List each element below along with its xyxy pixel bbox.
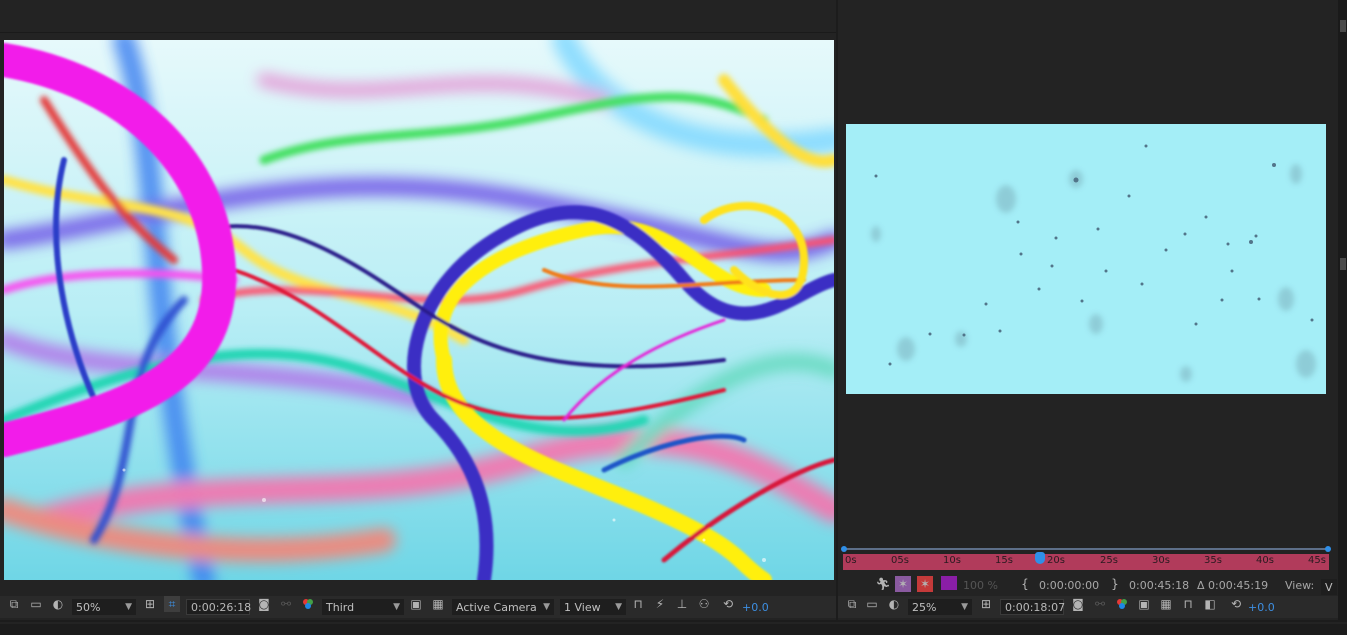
ruler-label: 45s [1308, 555, 1326, 566]
view-dropdown[interactable]: V [1321, 579, 1337, 595]
bottom-status-strip [0, 622, 1347, 624]
running-man-icon[interactable]: 🏃︎ [875, 576, 891, 592]
toggle-transparency-grid-icon[interactable]: ▣ [408, 596, 424, 612]
exposure-value[interactable]: +0.0 [1248, 596, 1275, 618]
left-viewer-toolbar: ⧉ ▭ ◐ 50% ▼ ⊞ ⌗ 0:00:26:18 ◙ ⚯ Third ▼ ▣… [0, 596, 836, 618]
show-snapshot-icon[interactable]: ⚯ [1092, 596, 1108, 612]
layer-preview[interactable] [846, 124, 1326, 394]
label-color-swatch[interactable] [941, 576, 957, 590]
composition-viewer[interactable] [4, 40, 834, 580]
flowchart-icon[interactable]: ⚇ [696, 596, 712, 612]
chevron-down-icon: ▼ [393, 602, 400, 612]
time-ruler[interactable]: 0s 05s 10s 15s 20s 25s 30s 35s 40s 45s [841, 546, 1331, 570]
view-layout-value: Third [326, 600, 355, 614]
camera-snapshot-icon[interactable]: ◙ [1070, 596, 1086, 612]
exposure-value[interactable]: +0.0 [742, 596, 769, 618]
always-preview-icon[interactable]: ⧉ [6, 596, 22, 612]
out-point-value[interactable]: 0:00:45:18 [1129, 574, 1189, 596]
lock-view-icon[interactable]: ◧ [1202, 596, 1218, 612]
color-channels-icon[interactable] [1114, 596, 1130, 612]
toggle-pixel-aspect-icon[interactable]: ⊓ [1180, 596, 1196, 612]
zoom-dropdown[interactable]: 25% ▼ [908, 599, 972, 615]
solo-icon[interactable]: ✶ [917, 576, 933, 592]
set-out-point-icon[interactable]: } [1107, 576, 1123, 592]
time-ruler-bar[interactable]: 0s 05s 10s 15s 20s 25s 30s 35s 40s 45s [843, 554, 1329, 570]
particle-render [846, 124, 1326, 394]
checkerboard-icon[interactable]: ▦ [430, 596, 446, 612]
current-time-field[interactable]: 0:00:18:07 [1000, 599, 1066, 615]
zoom-value: 50% [76, 600, 101, 614]
current-time-field[interactable]: 0:00:26:18 [186, 599, 252, 615]
ruler-label: 0s [845, 555, 857, 566]
camera-snapshot-icon[interactable]: ◙ [256, 596, 272, 612]
scroll-handle[interactable] [1340, 258, 1346, 270]
duration-value: Δ 0:00:45:19 [1197, 578, 1269, 592]
zoom-value: 25% [912, 600, 937, 614]
timeline-icon[interactable]: ⊥ [674, 596, 690, 612]
view-label: View: [1285, 578, 1315, 592]
reset-exposure-icon[interactable]: ⟲ [720, 596, 736, 612]
region-of-interest-icon[interactable]: ⌗ [164, 596, 180, 612]
ruler-label: 35s [1204, 555, 1222, 566]
monitor-icon[interactable]: ▭ [864, 596, 880, 612]
color-channels-icon[interactable] [300, 596, 316, 612]
ruler-label: 20s [1047, 555, 1065, 566]
motion-blur-icon[interactable]: ✶ [895, 576, 911, 592]
right-viewer-toolbar: ⧉ ▭ ◐ 25% ▼ ⊞ 0:00:18:07 ◙ ⚯ ▣ ▦ ⊓ ◧ ⟲ +… [838, 596, 1338, 618]
reset-exposure-icon[interactable]: ⟲ [1228, 596, 1244, 612]
chevron-down-icon: ▼ [961, 602, 968, 612]
checkerboard-icon[interactable]: ▦ [1158, 596, 1174, 612]
mask-visibility-icon[interactable]: ◐ [886, 596, 902, 612]
rgb-circles-icon [1117, 599, 1127, 609]
view-value: V [1325, 580, 1333, 594]
current-time-value: 0:00:18:07 [1005, 600, 1066, 614]
zoom-dropdown[interactable]: 50% ▼ [72, 599, 136, 615]
fast-previews-icon[interactable]: ⚡ [652, 596, 668, 612]
set-in-point-icon[interactable]: { [1017, 576, 1033, 592]
right-panel-edge [1338, 0, 1347, 620]
ruler-label: 25s [1100, 555, 1118, 566]
ruler-label: 15s [995, 555, 1013, 566]
ruler-label: 40s [1256, 555, 1274, 566]
panel-tab-strip [0, 0, 836, 33]
work-area-end-handle[interactable] [1325, 546, 1331, 552]
resolution-icon[interactable]: ⊞ [142, 596, 158, 612]
work-area-bar[interactable] [845, 548, 1327, 550]
toggle-transparency-grid-icon[interactable]: ▣ [1136, 596, 1152, 612]
resolution-icon[interactable]: ⊞ [978, 596, 994, 612]
ruler-label: 30s [1152, 555, 1170, 566]
camera-value: Active Camera [456, 600, 537, 614]
chevron-down-icon: ▼ [543, 602, 550, 612]
work-area-start-handle[interactable] [841, 546, 847, 552]
show-snapshot-icon[interactable]: ⚯ [278, 596, 294, 612]
composition-panel-left: ⧉ ▭ ◐ 50% ▼ ⊞ ⌗ 0:00:26:18 ◙ ⚯ Third ▼ ▣… [0, 0, 836, 620]
toggle-pixel-aspect-icon[interactable]: ⊓ [630, 596, 646, 612]
camera-dropdown[interactable]: Active Camera ▼ [452, 599, 554, 615]
in-point-value[interactable]: 0:00:00:00 [1039, 574, 1099, 596]
ruler-label: 05s [891, 555, 909, 566]
views-value: 1 View [564, 600, 601, 614]
rgb-circles-icon [303, 599, 313, 609]
composition-render [4, 40, 834, 580]
view-layout-dropdown[interactable]: Third ▼ [322, 599, 404, 615]
always-preview-icon[interactable]: ⧉ [844, 596, 860, 612]
current-time-value: 0:00:26:18 [191, 600, 252, 614]
opacity-value[interactable]: 100 % [963, 574, 998, 596]
mask-visibility-icon[interactable]: ◐ [50, 596, 66, 612]
chevron-down-icon: ▼ [615, 602, 622, 612]
layer-controls-row: 🏃︎ ✶ ✶ 100 % { 0:00:00:00 } 0:00:45:18 Δ… [843, 574, 1338, 596]
views-dropdown[interactable]: 1 View ▼ [560, 599, 626, 615]
current-time-indicator[interactable] [1035, 552, 1045, 564]
chevron-down-icon: ▼ [125, 602, 132, 612]
monitor-icon[interactable]: ▭ [28, 596, 44, 612]
scroll-handle[interactable] [1340, 20, 1346, 32]
ruler-label: 10s [943, 555, 961, 566]
